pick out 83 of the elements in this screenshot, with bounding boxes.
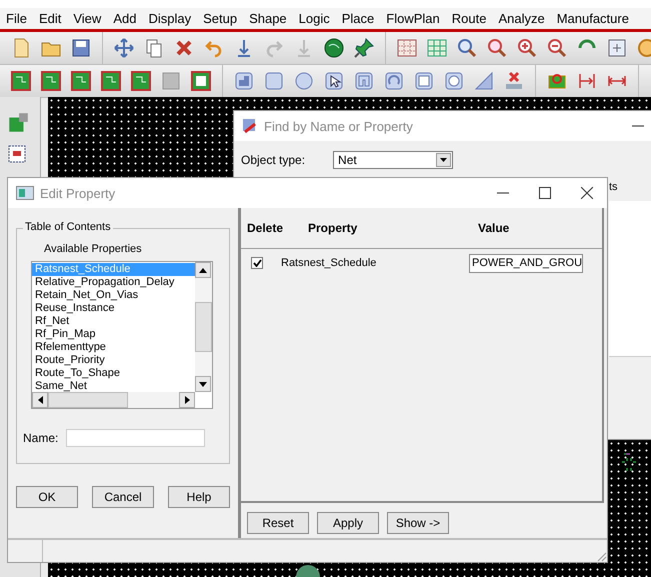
grid-icon[interactable] — [426, 37, 448, 59]
menu-item[interactable]: FlowPlan — [386, 11, 440, 26]
delete-shape-icon[interactable] — [503, 70, 525, 92]
list-item[interactable]: Route_To_Shape — [32, 367, 195, 380]
board-icon[interactable] — [130, 70, 152, 92]
square-icon[interactable] — [413, 70, 435, 92]
zoom-icon[interactable] — [456, 37, 478, 59]
circle-icon[interactable] — [293, 70, 315, 92]
zoom-icon[interactable] — [486, 37, 508, 59]
menu-item[interactable]: Display — [148, 11, 192, 26]
board-icon[interactable] — [70, 70, 92, 92]
save-icon[interactable] — [70, 37, 92, 59]
property-name: Ratsnest_Schedule — [281, 257, 378, 269]
maximize-icon[interactable] — [539, 187, 551, 199]
pad-drawing — [296, 565, 320, 577]
list-item[interactable]: Rfelementtype — [32, 341, 195, 354]
dialog-button[interactable]: Apply — [317, 512, 379, 534]
zoom-in-icon[interactable] — [516, 37, 538, 59]
group-label: Table of Contents — [23, 221, 113, 233]
menu-item[interactable]: Logic — [298, 11, 330, 26]
board-icon[interactable] — [40, 70, 62, 92]
rectangle-icon[interactable] — [263, 70, 285, 92]
board-icon[interactable] — [10, 70, 32, 92]
move-icon[interactable] — [113, 37, 135, 59]
app-icon — [242, 118, 258, 134]
window-title: Find by Name or Property — [264, 118, 414, 134]
column-header: Property — [308, 221, 358, 235]
dialog-button[interactable]: Show -> — [387, 512, 449, 534]
menu-item[interactable]: Shape — [249, 11, 287, 26]
left-arrow-icon[interactable] — [38, 396, 42, 404]
field-label: Object type: — [241, 153, 306, 167]
column-header: Value — [478, 221, 510, 235]
board-icon[interactable] — [190, 70, 212, 92]
group-label: ts — [609, 181, 618, 193]
value-field[interactable]: POWER_AND_GROU — [469, 254, 583, 272]
menu-item[interactable]: View — [73, 11, 102, 26]
menu-item[interactable]: Add — [113, 11, 136, 26]
menu-item[interactable]: Place — [342, 11, 374, 26]
menu-item[interactable]: Route — [452, 11, 486, 26]
menu-item[interactable]: Setup — [203, 11, 238, 26]
list-item[interactable]: Route_Priority — [32, 354, 195, 367]
list-item[interactable]: Relative_Propagation_Delay — [32, 276, 195, 289]
list-item[interactable]: Rf_Net — [32, 315, 195, 328]
app-icon — [16, 186, 34, 200]
window-title: Edit Property — [40, 186, 116, 200]
right-arrow-icon[interactable] — [184, 396, 190, 404]
vertical-scrollbar[interactable] — [195, 262, 212, 392]
pin-icon[interactable] — [353, 37, 375, 59]
field-label: Name: — [23, 431, 58, 445]
horizontal-scrollbar[interactable] — [32, 392, 195, 408]
list-item[interactable]: Retain_Net_On_Vias — [32, 289, 195, 302]
dialog-button[interactable]: OK — [16, 486, 78, 508]
list-item[interactable]: Same_Net — [32, 380, 195, 392]
menu-item[interactable]: Manufacture — [556, 11, 629, 26]
resize-grip-icon[interactable] — [595, 550, 607, 562]
object-type-dropdown[interactable]: Net — [333, 151, 454, 169]
list-item[interactable]: Rf_Pin_Map — [32, 328, 195, 341]
arc-icon[interactable] — [383, 70, 405, 92]
dialog-button[interactable]: Help — [168, 486, 230, 508]
menu-item[interactable]: File — [6, 11, 27, 26]
grid-icon[interactable] — [396, 37, 418, 59]
list-item[interactable]: Reuse_Instance — [32, 302, 195, 315]
square-icon[interactable] — [160, 70, 182, 92]
close-icon[interactable] — [581, 187, 593, 199]
caret-icon[interactable] — [440, 158, 448, 162]
delete-checkbox[interactable] — [251, 257, 263, 269]
zoom-fit-icon[interactable] — [606, 37, 628, 59]
step-shape-icon[interactable] — [233, 70, 255, 92]
dialog-button[interactable]: Cancel — [92, 486, 154, 508]
up-arrow-icon[interactable] — [199, 268, 207, 272]
triangle-icon[interactable] — [473, 70, 495, 92]
board-icon[interactable] — [100, 70, 122, 92]
down-arrow-icon[interactable] — [199, 382, 207, 386]
name-field[interactable] — [66, 429, 206, 447]
menu-item[interactable]: Analyze — [498, 11, 545, 26]
menu-item[interactable]: Edit — [38, 11, 62, 26]
list-label: Available Properties — [44, 243, 143, 255]
corner-shape-icon[interactable] — [353, 70, 375, 92]
column-header: Delete — [246, 221, 284, 235]
globe-icon[interactable] — [323, 37, 345, 59]
dialog-button[interactable]: Reset — [247, 512, 309, 534]
zoom-out-icon[interactable] — [546, 37, 568, 59]
pointer-icon[interactable] — [323, 70, 345, 92]
